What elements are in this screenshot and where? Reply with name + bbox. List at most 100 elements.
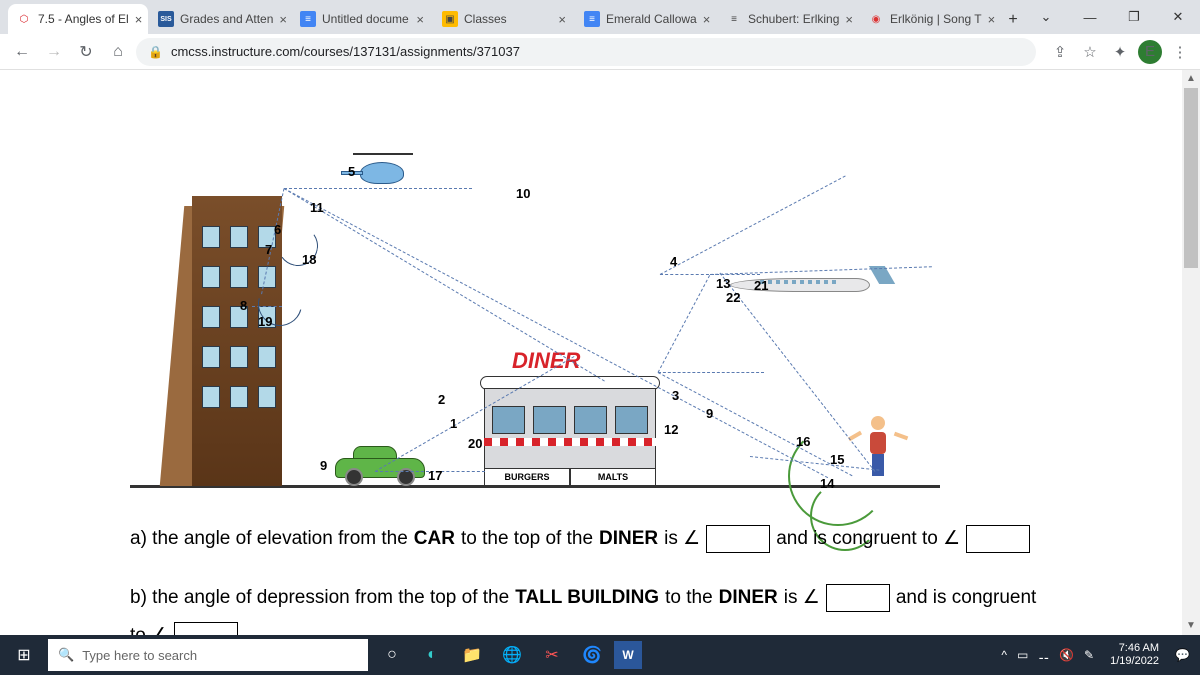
label-13: 13 [716, 276, 730, 291]
question-a: a) the angle of elevation from the CAR t… [130, 525, 1142, 554]
answer-input-b2[interactable] [174, 622, 238, 635]
diner: DINER BURGERS MALTS [480, 376, 660, 486]
label-21: 21 [754, 278, 768, 293]
chevron-down-icon[interactable]: ⌄ [1024, 9, 1068, 25]
favicon-icon: ▣ [442, 11, 458, 27]
clock[interactable]: 7:46 AM 1/19/2022 [1104, 642, 1165, 668]
share-icon[interactable]: ⇪ [1048, 43, 1072, 61]
label-5: 5 [348, 164, 355, 179]
app-icon[interactable]: 🌀 [574, 637, 610, 673]
label-14: 14 [820, 476, 834, 491]
label-20: 20 [468, 436, 482, 451]
tab[interactable]: ≡ Schubert: Erlking × [718, 4, 858, 34]
maximize-icon[interactable]: ❐ [1112, 9, 1156, 25]
menu-burgers: BURGERS [484, 468, 570, 486]
close-icon[interactable]: × [410, 12, 424, 27]
chrome-icon[interactable]: 🌐 [494, 637, 530, 673]
label-9b: 9 [706, 406, 713, 421]
label-15: 15 [830, 452, 844, 467]
label-19: 19 [258, 314, 272, 329]
favicon-icon: ≡ [726, 11, 742, 27]
tall-building [152, 176, 292, 486]
label-22: 22 [726, 290, 740, 305]
tab-title: 7.5 - Angles of El [38, 12, 129, 26]
tab-title: Classes [464, 12, 507, 26]
scroll-up-icon[interactable]: ▲ [1182, 70, 1200, 88]
close-icon[interactable]: × [273, 12, 287, 27]
tab-title: Grades and Atten [180, 12, 273, 26]
forward-button[interactable]: → [40, 38, 68, 66]
tab[interactable]: ≡ Emerald Callowa × [576, 4, 716, 34]
word-icon[interactable]: W [614, 641, 642, 669]
label-18: 18 [302, 252, 316, 267]
label-12: 12 [664, 422, 678, 437]
edge-icon[interactable]: ◐ [414, 637, 450, 673]
tab-bar: ⬡ 7.5 - Angles of El × SIS Grades and At… [0, 0, 1200, 34]
home-button[interactable]: ⌂ [104, 38, 132, 66]
search-placeholder: Type here to search [82, 648, 197, 663]
scrollbar[interactable]: ▲ ▼ [1182, 70, 1200, 635]
taskbar: ⊞ 🔍 Type here to search ○ ◐ 📁 🌐 ✂ 🌀 W ^ … [0, 635, 1200, 675]
url-text: cmcss.instructure.com/courses/137131/ass… [171, 44, 520, 59]
favicon-icon: ≡ [584, 11, 600, 27]
answer-input-a2[interactable] [966, 525, 1030, 553]
menu-icon[interactable]: ⋮ [1168, 43, 1192, 61]
close-icon[interactable]: × [839, 12, 853, 27]
start-button[interactable]: ⊞ [0, 635, 48, 675]
label-9a: 9 [320, 458, 327, 473]
answer-input-a1[interactable] [706, 525, 770, 553]
notifications-icon[interactable]: 💬 [1175, 648, 1190, 662]
new-tab-button[interactable]: + [1002, 6, 1024, 34]
label-16: 16 [796, 434, 810, 449]
minimize-icon[interactable]: — [1068, 10, 1112, 25]
answer-input-b1[interactable] [826, 584, 890, 612]
back-button[interactable]: ← [8, 38, 36, 66]
pen-icon[interactable]: ✎ [1084, 648, 1094, 662]
tab-title: Emerald Callowa [606, 12, 697, 26]
close-icon[interactable]: × [129, 12, 143, 27]
volume-icon[interactable]: 🔇 [1059, 648, 1074, 662]
label-6: 6 [274, 222, 281, 237]
tab[interactable]: SIS Grades and Atten × [150, 4, 290, 34]
search-box[interactable]: 🔍 Type here to search [48, 639, 368, 671]
tab-title: Erlkönig | Song T [890, 12, 982, 26]
snip-icon[interactable]: ✂ [534, 637, 570, 673]
tab[interactable]: ◉ Erlkönig | Song T × [860, 4, 1000, 34]
scroll-down-icon[interactable]: ▼ [1182, 617, 1200, 635]
url-bar[interactable]: 🔒 cmcss.instructure.com/courses/137131/a… [136, 38, 1036, 66]
extension-icon[interactable]: ✦ [1108, 43, 1132, 61]
content-viewport: DINER BURGERS MALTS [0, 70, 1182, 635]
reload-button[interactable]: ↻ [72, 38, 100, 66]
label-2: 2 [438, 392, 445, 407]
favicon-icon: ◉ [868, 11, 884, 27]
profile-avatar[interactable]: E [1138, 40, 1162, 64]
system-tray: ^ ▭ ⚋ 🔇 ✎ 7:46 AM 1/19/2022 💬 [1001, 642, 1200, 668]
tab-title: Schubert: Erlking [748, 12, 839, 26]
cortana-icon[interactable]: ○ [374, 637, 410, 673]
label-17: 17 [428, 468, 442, 483]
car [335, 446, 425, 486]
label-4: 4 [670, 254, 677, 269]
close-icon[interactable]: × [982, 12, 996, 27]
tab-title: Untitled docume [322, 12, 409, 26]
questions: a) the angle of elevation from the CAR t… [130, 525, 1142, 635]
window-controls: ⌄ — ❐ ✕ [1024, 0, 1200, 34]
close-icon[interactable]: ✕ [1156, 9, 1200, 25]
tab[interactable]: ▣ Classes × [434, 4, 574, 34]
tab[interactable]: ≡ Untitled docume × [292, 4, 432, 34]
tab-active[interactable]: ⬡ 7.5 - Angles of El × [8, 4, 148, 34]
label-3: 3 [672, 388, 679, 403]
wifi-icon[interactable]: ⚋ [1038, 648, 1049, 662]
scroll-thumb[interactable] [1184, 88, 1198, 268]
label-7: 7 [265, 242, 272, 257]
close-icon[interactable]: × [697, 12, 711, 27]
close-icon[interactable]: × [552, 12, 566, 27]
menu-malts: MALTS [570, 468, 656, 486]
tray-chevron-icon[interactable]: ^ [1001, 648, 1007, 662]
favicon-icon: ⬡ [16, 11, 32, 27]
helicopter [360, 162, 404, 184]
label-1: 1 [450, 416, 457, 431]
star-icon[interactable]: ☆ [1078, 43, 1102, 61]
explorer-icon[interactable]: 📁 [454, 637, 490, 673]
battery-icon[interactable]: ▭ [1017, 648, 1028, 662]
